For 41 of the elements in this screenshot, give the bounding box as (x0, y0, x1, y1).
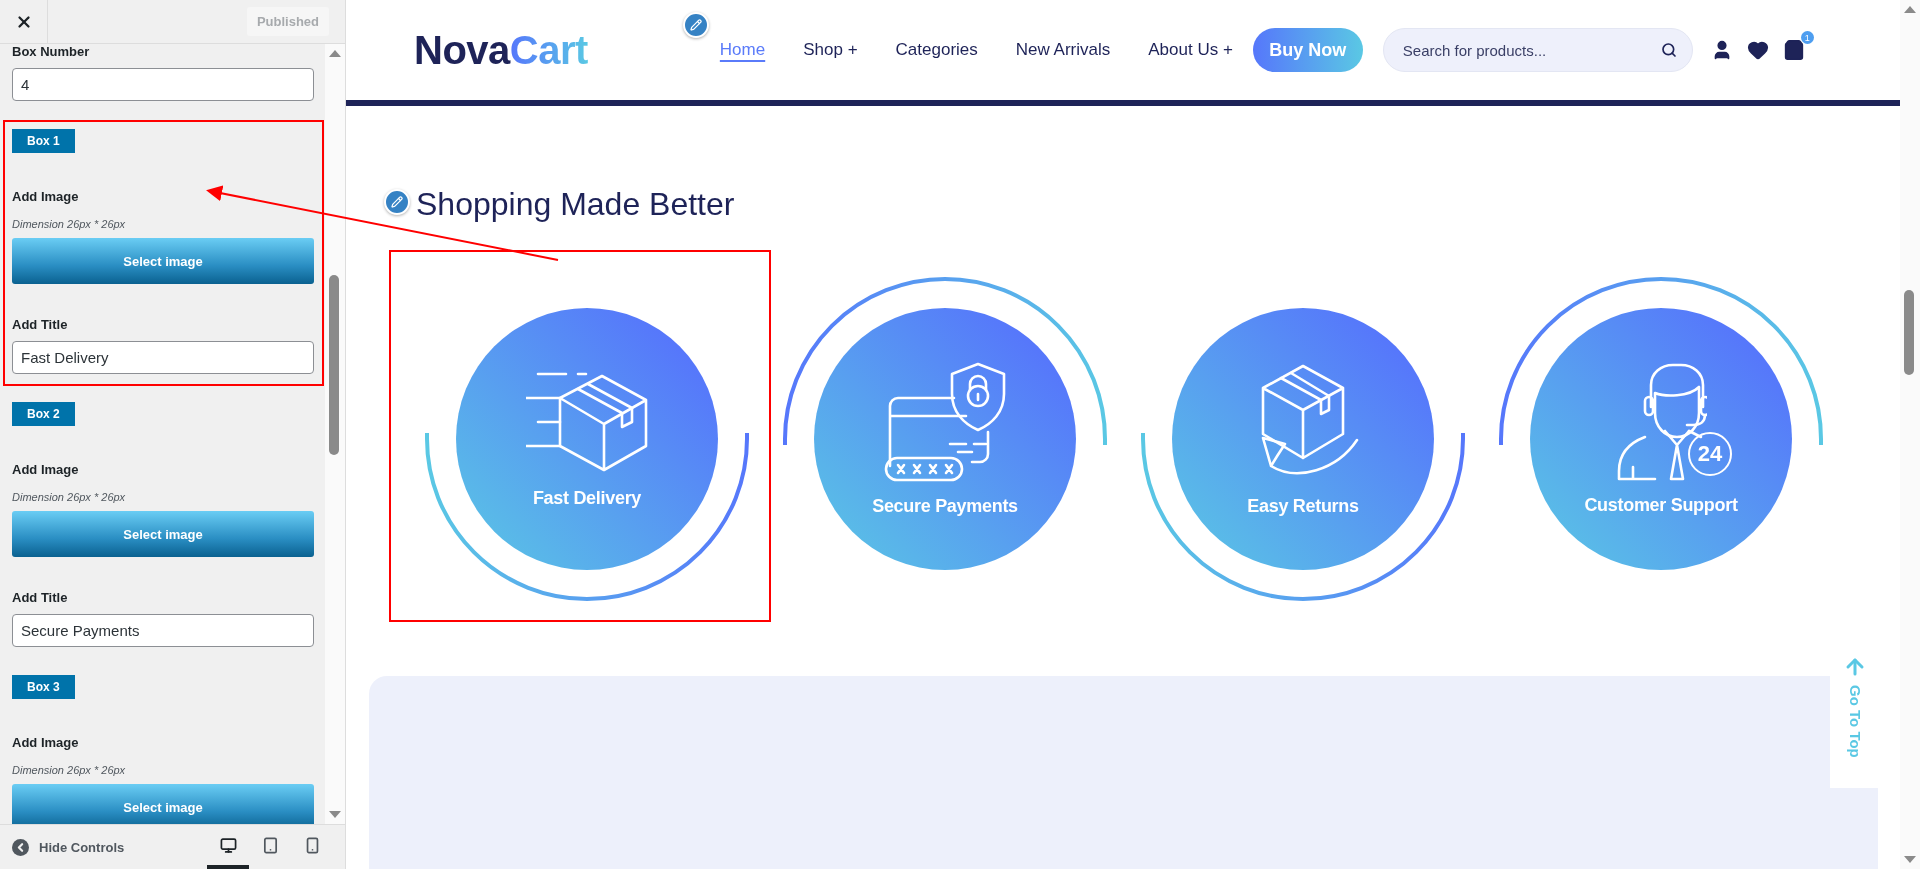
scrollbar[interactable] (325, 44, 345, 824)
feature-title: Easy Returns (1247, 495, 1359, 517)
field-label: Add Image (12, 189, 80, 205)
nav-link[interactable]: Home (719, 40, 766, 60)
field-label: Add Image (12, 462, 80, 478)
box-heading: Box 2 (12, 402, 75, 426)
search-icon[interactable] (1660, 42, 1677, 58)
desktop-icon (219, 836, 237, 854)
field-label: Add Title (12, 317, 69, 333)
scrollbar[interactable] (1900, 0, 1920, 869)
section-title: Shopping Made Better (416, 185, 736, 224)
nav-link[interactable]: New Arrivals (1015, 40, 1111, 60)
cart-count: 1 (1800, 31, 1814, 44)
box-heading: Box 3 (12, 675, 75, 699)
feature-title: Fast Delivery (532, 487, 642, 509)
collapse-icon (12, 838, 29, 856)
logo[interactable]: NovaCart (414, 27, 588, 73)
feature-title: Secure Payments (872, 495, 1018, 517)
edit-icon[interactable] (384, 189, 410, 215)
title-field[interactable]: Secure Payments (12, 614, 314, 647)
nav-link[interactable]: Categories (895, 40, 978, 60)
edit-icon[interactable] (683, 12, 709, 38)
hours-badge: 24 (1688, 431, 1732, 476)
field-label: Add Image (12, 735, 80, 751)
hide-controls-button[interactable]: Hide Controls (12, 825, 125, 869)
tablet-icon (261, 836, 279, 854)
dimension-hint: Dimension 26px * 26px (12, 763, 127, 777)
card-shield-icon (884, 361, 1006, 482)
nav-link[interactable]: About Us + (1148, 40, 1233, 60)
box-heading: Box 1 (12, 129, 75, 153)
feature-title: Customer Support (1584, 494, 1738, 516)
search-field[interactable]: Search for products... (1382, 28, 1693, 72)
dimension-hint: Dimension 26px * 26px (12, 490, 127, 504)
title-field[interactable]: Fast Delivery (12, 341, 314, 374)
box-number-field[interactable]: 4 (12, 68, 314, 101)
heart-icon[interactable] (1746, 39, 1769, 61)
field-label: Box Number (12, 44, 91, 60)
nav-link[interactable]: Shop + (803, 40, 858, 60)
field-label: Add Title (12, 590, 69, 606)
shopping-bag-icon[interactable] (1782, 39, 1805, 61)
dimension-hint: Dimension 26px * 26px (12, 217, 127, 231)
